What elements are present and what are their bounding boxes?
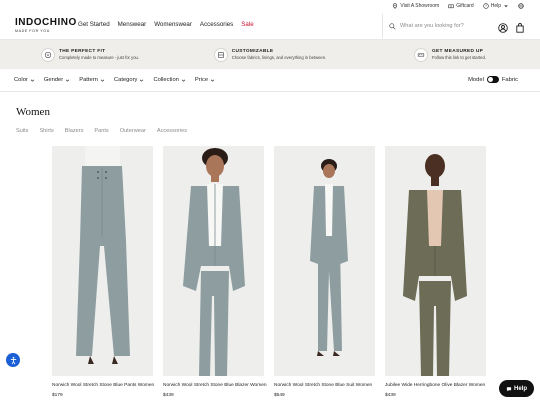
filter-pattern[interactable]: Pattern <box>79 77 105 83</box>
product-grid: Norwich Wool Stretch Stone Blue Pants Wo… <box>52 146 486 398</box>
chat-bubble-icon <box>506 386 512 391</box>
filter-collection[interactable]: Collection <box>153 77 186 83</box>
shopping-bag-icon <box>516 23 524 33</box>
accessibility-button[interactable] <box>6 353 20 367</box>
location-pin-icon <box>393 3 398 9</box>
help-chat-button[interactable]: Help <box>499 380 534 397</box>
nav-accessories[interactable]: Accessories <box>200 21 233 28</box>
site-header: INDOCHINO MADE FOR YOU Get Started Mensw… <box>0 12 540 40</box>
chevron-down-icon <box>210 79 215 82</box>
promo-customizable[interactable]: CUSTOMIZABLE Choose fabrics, linings, an… <box>180 40 360 69</box>
product-image[interactable] <box>163 146 264 376</box>
filter-label: Price <box>194 77 209 83</box>
search-icon <box>389 22 396 30</box>
product-card[interactable]: Norwich Wool Stretch Stone Blue Blazer W… <box>163 146 267 398</box>
user-icon <box>498 23 508 33</box>
cart-button[interactable] <box>515 20 525 33</box>
help-menu[interactable]: ? Help <box>483 3 509 9</box>
subcategory-shirts[interactable]: Shirts <box>39 128 53 134</box>
promo-title: THE PERFECT FIT <box>58 49 106 54</box>
search-placeholder: What are you looking for? <box>400 23 464 29</box>
giftcard-icon <box>448 4 454 9</box>
accessibility-icon <box>10 356 16 364</box>
product-name[interactable]: Norwich Wool Stretch Stone Blue Blazer W… <box>163 383 267 388</box>
filter-price[interactable]: Price <box>195 77 215 83</box>
product-image[interactable] <box>52 146 153 376</box>
model-fabric-toggle[interactable] <box>486 76 499 83</box>
giftcard-label: Giftcard <box>456 3 474 9</box>
subcategory-blazers[interactable]: Blazers <box>65 128 84 134</box>
promo-title: GET MEASURED UP <box>432 49 484 54</box>
product-card[interactable]: Norwich Wool Stretch Stone Blue Suit Wom… <box>274 146 375 398</box>
chevron-down-icon <box>100 79 105 82</box>
promo-strip: THE PERFECT FIT Completely made to measu… <box>0 40 540 69</box>
subcategory-outerwear[interactable]: Outerwear <box>120 128 146 134</box>
view-toggle: Model Fabric <box>468 76 518 83</box>
filter-label: Pattern <box>79 77 98 83</box>
chevron-down-icon <box>30 79 35 82</box>
page-title: Women <box>16 106 50 118</box>
nav-menswear[interactable]: Menswear <box>118 21 147 28</box>
filter-category[interactable]: Category <box>114 77 145 83</box>
help-chat-label: Help <box>513 385 527 392</box>
chevron-down-icon <box>65 79 70 82</box>
showroom-link[interactable]: Visit A Showroom <box>392 3 439 9</box>
filter-label: Gender <box>43 77 64 83</box>
logo-tagline: MADE FOR YOU <box>15 29 50 33</box>
product-card[interactable]: Jubilee Wide Herringbone Olive Blazer Wo… <box>385 146 486 398</box>
language-selector[interactable] <box>518 3 524 9</box>
promo-subtitle: Completely made to measure - just for yo… <box>58 55 140 60</box>
globe-icon <box>518 3 524 9</box>
product-price: $439 <box>163 393 174 398</box>
product-image[interactable] <box>274 146 375 376</box>
product-price: $549 <box>274 393 285 398</box>
promo-get-measured[interactable]: GET MEASURED UP Follow this link to get … <box>360 40 540 69</box>
account-button[interactable] <box>498 20 508 33</box>
view-toggle-model-label: Model <box>468 76 484 83</box>
product-name[interactable]: Jubilee Wide Herringbone Olive Blazer Wo… <box>385 383 486 388</box>
chevron-down-icon <box>140 79 144 82</box>
filter-label: Color <box>14 77 28 83</box>
customize-icon <box>213 47 228 62</box>
main-nav: Get Started Menswear Womenswear Accessor… <box>78 21 254 28</box>
filter-label: Category <box>113 77 138 83</box>
utility-bar: Visit A Showroom Giftcard ? Help <box>0 0 540 12</box>
question-icon: ? <box>483 3 489 9</box>
product-name[interactable]: Norwich Wool Stretch Stone Blue Pants Wo… <box>52 383 154 388</box>
svg-text:?: ? <box>485 4 487 8</box>
help-label: Help <box>490 3 501 9</box>
tape-measure-icon <box>40 47 55 62</box>
logo-brand: INDOCHINO <box>15 17 77 28</box>
promo-subtitle: Follow this link to get started. <box>432 55 486 60</box>
view-toggle-fabric-label: Fabric <box>501 76 518 83</box>
nav-get-started[interactable]: Get Started <box>78 21 110 28</box>
caret-down-icon <box>504 5 508 8</box>
filter-label: Collection <box>153 77 179 83</box>
chevron-down-icon <box>181 79 186 82</box>
logo[interactable]: INDOCHINO MADE FOR YOU <box>15 17 77 33</box>
promo-perfect-fit[interactable]: THE PERFECT FIT Completely made to measu… <box>0 40 180 69</box>
promo-title: CUSTOMIZABLE <box>231 49 274 54</box>
product-price: $179 <box>52 393 63 398</box>
nav-womenswear[interactable]: Womenswear <box>154 21 192 28</box>
subcategory-suits[interactable]: Suits <box>16 128 28 134</box>
filter-color[interactable]: Color <box>14 77 35 83</box>
product-name[interactable]: Norwich Wool Stretch Stone Blue Suit Wom… <box>274 383 375 388</box>
filter-bar: Color Gender Pattern Category Collection… <box>0 69 540 92</box>
subcategory-accessories[interactable]: Accessories <box>157 128 187 134</box>
promo-subtitle: Choose fabrics, linings, and everything … <box>231 55 327 60</box>
showroom-label: Visit A Showroom <box>400 3 440 9</box>
search-bar[interactable]: What are you looking for? <box>382 14 490 38</box>
product-card[interactable]: Norwich Wool Stretch Stone Blue Pants Wo… <box>52 146 154 398</box>
filter-gender[interactable]: Gender <box>44 77 70 83</box>
nav-sale[interactable]: Sale <box>241 21 253 28</box>
giftcard-link[interactable]: Giftcard <box>448 3 474 9</box>
subcategory-pants[interactable]: Pants <box>94 128 108 134</box>
subcategory-nav: Suits Shirts Blazers Pants Outerwear Acc… <box>16 128 187 134</box>
product-image[interactable] <box>385 146 486 376</box>
ruler-icon <box>414 47 428 62</box>
product-price: $439 <box>385 393 396 398</box>
